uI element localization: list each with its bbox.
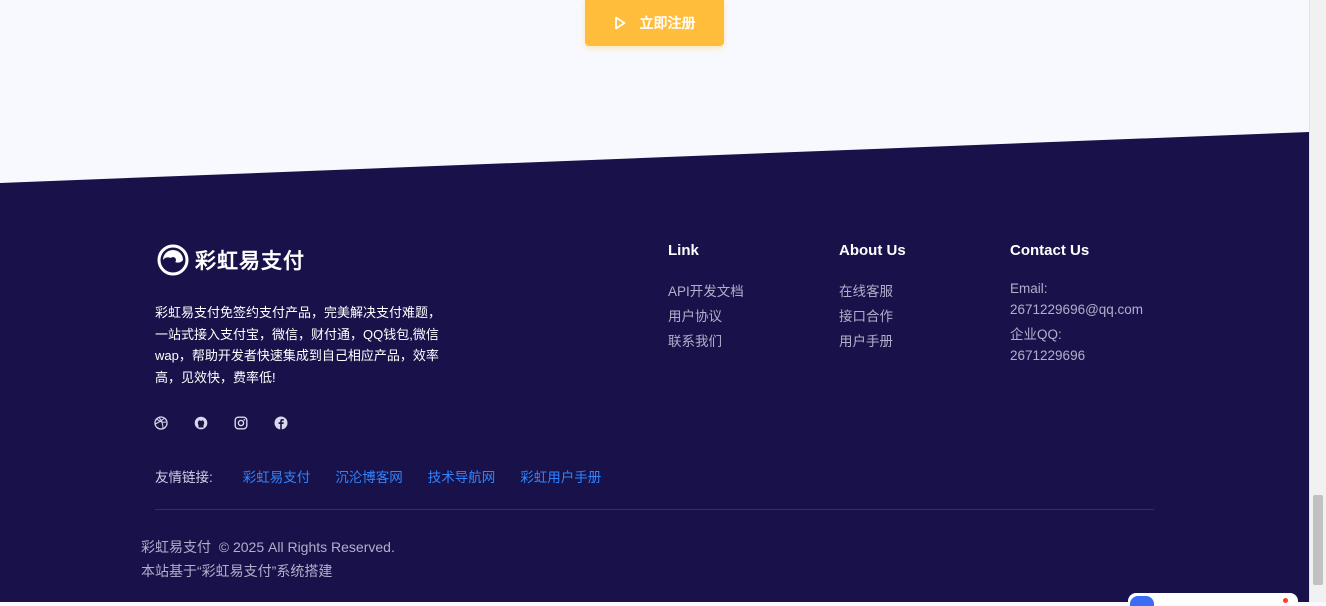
built-on-text: 本站基于“彩虹易支付”系统搭建	[141, 563, 333, 579]
friend-links-label: 友情链接:	[155, 470, 213, 485]
dribbble-icon[interactable]	[154, 416, 168, 430]
friend-link[interactable]: 彩虹易支付	[243, 466, 311, 486]
brand-description: 彩虹易支付免签约支付产品，完美解决支付难题，一站式接入支付宝，微信，财付通，QQ…	[155, 305, 442, 385]
footer-column-contact: Contact Us Email: 2671229696@qq.com 企业QQ…	[1010, 242, 1143, 366]
friend-link[interactable]: 技术导航网	[428, 466, 496, 486]
social-links	[154, 416, 288, 430]
footer-link-manual[interactable]: 用户手册	[839, 329, 906, 354]
swirl-logo-icon	[157, 244, 189, 276]
friend-links: 友情链接: 彩虹易支付 沉沦博客网 技术导航网 彩虹用户手册	[155, 466, 626, 486]
footer-link-online-service[interactable]: 在线客服	[839, 279, 906, 304]
page-scrollbar[interactable]	[1309, 0, 1326, 602]
instagram-icon[interactable]	[234, 416, 248, 430]
friend-link[interactable]: 彩虹用户手册	[520, 466, 601, 486]
copyright-block: 彩虹易支付 © 2025 All Rights Reserved. 本站基于“彩…	[141, 535, 395, 583]
qq-value[interactable]: 2671229696	[1010, 345, 1143, 366]
footer-link-cooperation[interactable]: 接口合作	[839, 304, 906, 329]
chat-avatar-icon	[1130, 596, 1154, 606]
footer-column-about: About Us 在线客服 接口合作 用户手册	[839, 242, 906, 354]
notification-dot-icon	[1283, 598, 1288, 603]
footer-column-link: Link API开发文档 用户协议 联系我们	[668, 242, 744, 354]
facebook-icon[interactable]	[274, 416, 288, 430]
chat-widget[interactable]	[1128, 593, 1298, 606]
copyright-text: 彩虹易支付 © 2025 All Rights Reserved.	[141, 539, 395, 555]
footer-logo[interactable]: 彩虹易支付	[157, 244, 305, 276]
email-value[interactable]: 2671229696@qq.com	[1010, 299, 1143, 320]
column-title: About Us	[839, 242, 906, 259]
footer-divider	[155, 509, 1154, 510]
friend-link[interactable]: 沉沦博客网	[335, 466, 403, 486]
footer-link-api-docs[interactable]: API开发文档	[668, 279, 744, 304]
brand-name: 彩虹易支付	[195, 250, 305, 273]
qq-label: 企业QQ:	[1010, 327, 1062, 342]
footer-link-user-agreement[interactable]: 用户协议	[668, 304, 744, 329]
email-label: Email:	[1010, 281, 1048, 296]
github-icon[interactable]	[194, 416, 208, 430]
scrollbar-thumb[interactable]	[1313, 495, 1323, 585]
footer-link-contact[interactable]: 联系我们	[668, 329, 744, 354]
column-title: Link	[668, 242, 699, 259]
column-title: Contact Us	[1010, 242, 1090, 259]
